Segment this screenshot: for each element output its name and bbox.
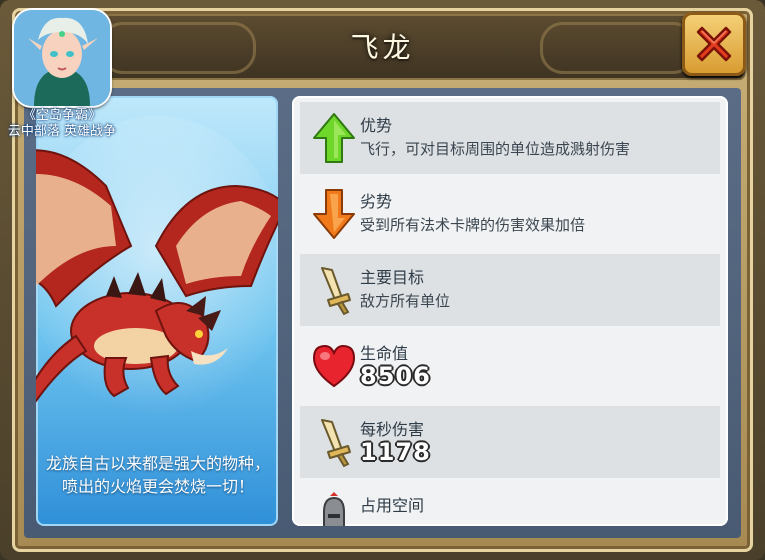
stat-label: 劣势: [360, 192, 393, 211]
unit-description: 龙族自古以来都是强大的物种，喷出的火焰更会焚烧一切！: [46, 454, 271, 496]
up-arrow-icon: [313, 113, 355, 163]
stat-text: 飞行，可对目标周围的单位造成溅射伤害: [360, 140, 631, 158]
game-title: 《空岛争霸》: [22, 108, 101, 123]
stat-row-dps: 每秒伤害 1178: [300, 406, 720, 478]
stat-label: 优势: [360, 116, 393, 135]
stat-label: 生命值: [360, 344, 409, 363]
stat-text: 敌方所有单位: [360, 292, 451, 310]
elf-portrait-icon: [14, 10, 110, 106]
dialog-title: 飞龙: [350, 31, 415, 64]
close-icon: [696, 26, 732, 62]
game-title-watermark: 《空岛争霸》 云中部落 英雄战争: [0, 108, 124, 140]
stat-label: 主要目标: [360, 268, 425, 287]
down-arrow-icon: [313, 189, 355, 239]
stat-row-advantage: 优势 飞行，可对目标周围的单位造成溅射伤害: [300, 102, 720, 174]
sword-icon: [321, 419, 351, 468]
stat-value: 1178: [360, 438, 431, 466]
stat-row-housing-space: 占用空间: [300, 482, 720, 526]
sword-icon: [321, 267, 351, 316]
unit-stats-panel: 优势 飞行，可对目标周围的单位造成溅射伤害 劣势 受到所有法术卡牌的伤害效果加倍…: [292, 96, 728, 526]
soldier-icon: [323, 492, 345, 526]
dragon-illustration: [36, 116, 278, 416]
stat-row-weakness: 劣势 受到所有法术卡牌的伤害效果加倍: [300, 178, 720, 250]
game-logo-avatar: [14, 10, 110, 106]
stat-label: 占用空间: [360, 496, 425, 515]
close-button[interactable]: [682, 12, 746, 76]
stat-label: 每秒伤害: [360, 420, 425, 439]
stat-value: 8506: [360, 362, 431, 390]
heart-icon: [312, 344, 356, 388]
stat-text: 受到所有法术卡牌的伤害效果加倍: [360, 216, 586, 234]
game-subtitle: 云中部落 英雄战争: [7, 124, 117, 139]
stat-row-hitpoints: 生命值 8506: [300, 330, 720, 402]
stat-row-target: 主要目标 敌方所有单位: [300, 254, 720, 326]
